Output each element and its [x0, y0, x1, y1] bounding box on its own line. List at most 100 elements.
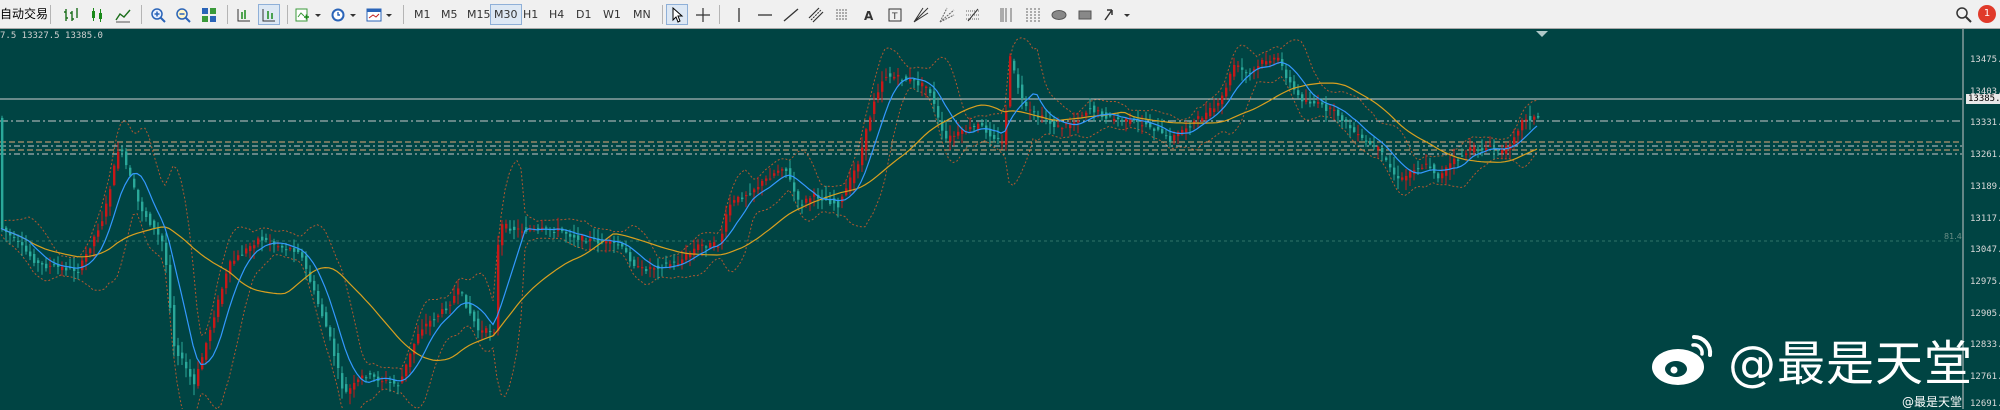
candle-body [421, 329, 424, 336]
candle-body [645, 269, 648, 272]
candlestick-chart-icon[interactable] [86, 4, 108, 25]
candle-body [193, 374, 196, 385]
candle-body [713, 242, 716, 247]
vertical-line-icon[interactable] [728, 4, 750, 25]
arrows-dropdown-icon[interactable] [1100, 4, 1134, 25]
gann-fan-icon[interactable] [910, 4, 932, 25]
candle-body [909, 78, 912, 82]
candle-body [469, 303, 472, 314]
crosshair-icon[interactable] [692, 4, 714, 25]
fibonacci-retracement-icon[interactable] [831, 4, 853, 25]
candle-body [373, 374, 376, 377]
cycle-lines-icon[interactable] [1022, 4, 1044, 25]
candle-body [577, 235, 580, 240]
candle-body [869, 117, 872, 131]
candle-body [969, 126, 972, 130]
templates-dropdown-icon[interactable] [364, 4, 396, 25]
candle-body [665, 262, 668, 264]
trendline-icon[interactable] [780, 4, 802, 25]
price-label: 12761.0 [1970, 372, 2000, 382]
candle-body [33, 254, 36, 263]
candle-body [205, 343, 208, 360]
notification-badge[interactable]: 1 [1978, 5, 1996, 23]
timeframe-m1[interactable]: M1 [411, 4, 434, 25]
timeframe-m30[interactable]: M30 [490, 4, 522, 25]
candle-body [1525, 119, 1528, 121]
period-clock-icon[interactable] [328, 4, 360, 25]
text-tool-icon[interactable]: A [858, 4, 880, 25]
ellipse-icon[interactable] [1048, 4, 1070, 25]
auto-trading-label[interactable]: 自动交易 [0, 4, 48, 25]
fibonacci-expansion-icon[interactable] [962, 4, 984, 25]
candle-body [197, 368, 200, 386]
bar-chart-icon[interactable] [60, 4, 82, 25]
candle-body [777, 170, 780, 173]
candle-body [1081, 115, 1084, 117]
candle-body [221, 288, 224, 304]
candle-body [1113, 119, 1116, 122]
candle-body [1269, 60, 1272, 63]
line-chart-icon[interactable] [112, 4, 134, 25]
fibonacci-fan-icon[interactable] [936, 4, 958, 25]
candle-body [289, 248, 292, 250]
timeframe-mn[interactable]: MN [630, 4, 654, 25]
fibonacci-timezones-icon[interactable] [996, 4, 1018, 25]
candle-body [569, 234, 572, 237]
auto-scroll-icon[interactable] [258, 4, 280, 25]
candle-body [1537, 116, 1540, 118]
timeframe-h4[interactable]: H4 [546, 4, 567, 25]
text-label-icon[interactable]: T [884, 4, 906, 25]
candle-body [1061, 128, 1064, 130]
candle-body [501, 224, 504, 246]
candle-body [737, 196, 740, 203]
chart-shift-icon[interactable] [233, 4, 255, 25]
zoom-in-icon[interactable] [147, 4, 169, 25]
candle-body [261, 236, 264, 241]
candle-body [1097, 110, 1100, 112]
candle-body [241, 254, 244, 256]
rectangle-icon[interactable] [1074, 4, 1096, 25]
candle-body [885, 76, 888, 78]
price-label: 12975.0 [1970, 277, 2000, 287]
candle-body [1477, 149, 1480, 151]
candle-body [897, 74, 900, 77]
ohlc-info: 7.5 13327.5 13385.0 [0, 31, 103, 41]
candle-body [1365, 140, 1368, 142]
candle-body [749, 193, 752, 195]
candle-body [1153, 128, 1156, 131]
candle-body [65, 267, 68, 271]
horizontal-line-icon[interactable] [754, 4, 776, 25]
candle-body [109, 189, 112, 207]
equidistant-channel-icon[interactable] [805, 4, 827, 25]
timeframe-w1[interactable]: W1 [600, 4, 624, 25]
candle-body [149, 213, 152, 225]
candle-body [1349, 125, 1352, 129]
candle-body [1521, 120, 1524, 131]
candle-body [461, 292, 464, 294]
candle-body [305, 255, 308, 269]
candle-body [1321, 102, 1324, 105]
band-line [0, 75, 1538, 409]
candle-body [837, 201, 840, 208]
chart-shift-marker[interactable] [1536, 31, 1548, 37]
indicators-dropdown-icon[interactable] [293, 4, 325, 25]
candle-body [181, 352, 184, 359]
timeframe-d1[interactable]: D1 [573, 4, 594, 25]
candle-body [381, 381, 384, 383]
price-label: 13261.0 [1970, 150, 2000, 160]
price-label: 12905.0 [1970, 309, 2000, 319]
candle-body [349, 388, 352, 394]
timeframe-h1[interactable]: H1 [520, 4, 541, 25]
candle-body [1361, 134, 1364, 138]
search-icon[interactable] [1954, 4, 1974, 25]
candle-body [1453, 158, 1456, 165]
zoom-out-icon[interactable] [172, 4, 194, 25]
candle-body [85, 254, 88, 262]
cursor-arrow-icon[interactable] [666, 4, 688, 25]
price-label: 12691.0 [1970, 399, 2000, 409]
candle-body [1197, 116, 1200, 119]
tile-windows-icon[interactable] [198, 4, 220, 25]
timeframe-m5[interactable]: M5 [438, 4, 461, 25]
candle-body [397, 385, 400, 387]
price-label: 13189.0 [1970, 182, 2000, 192]
